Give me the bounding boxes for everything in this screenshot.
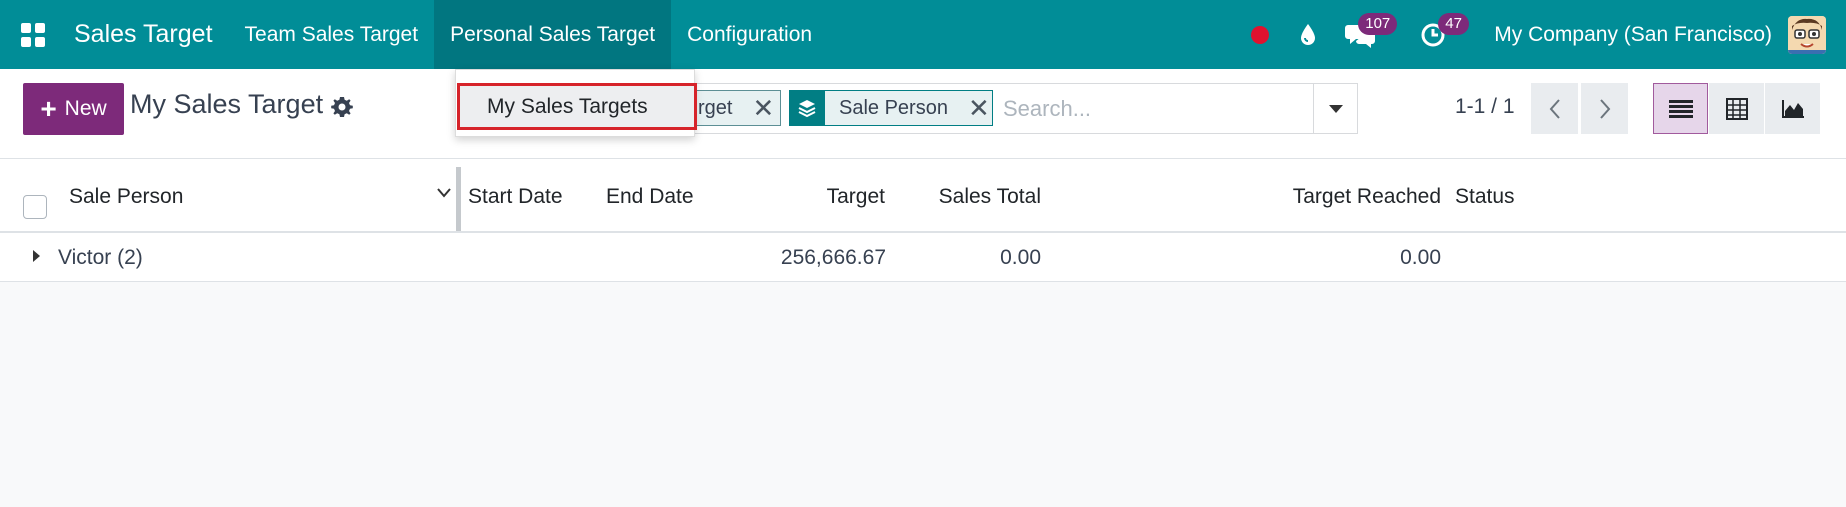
personal-sales-target-dropdown: My Sales Targets — [455, 69, 697, 137]
top-navbar: Sales Target Team Sales Target Personal … — [0, 0, 1846, 69]
user-avatar[interactable] — [1788, 15, 1826, 54]
pager-next-button[interactable] — [1581, 83, 1628, 134]
column-sale-person[interactable]: Sale Person — [69, 185, 183, 209]
group-target: 256,666.67 — [780, 246, 886, 269]
menu-personal-sales-target[interactable]: Personal Sales Target — [434, 0, 672, 69]
plus-icon: + — [40, 93, 57, 124]
caret-down-icon — [1328, 104, 1343, 113]
select-all-checkbox[interactable] — [23, 195, 47, 219]
facet-filter-value: rget — [698, 96, 733, 119]
list-icon — [1668, 99, 1693, 118]
menu-configuration[interactable]: Configuration — [671, 0, 828, 69]
facet-groupby-value: Sale Person — [839, 96, 948, 119]
column-status[interactable]: Status — [1455, 185, 1515, 209]
chevron-down-icon[interactable] — [436, 186, 452, 200]
list-view-button[interactable] — [1653, 83, 1708, 134]
column-target-reached[interactable]: Target Reached — [1220, 185, 1441, 209]
chevron-left-icon — [1549, 98, 1560, 119]
group-target-reached: 0.00 — [1400, 246, 1441, 269]
droplet-icon[interactable] — [1284, 0, 1332, 69]
caret-right-icon[interactable] — [33, 250, 40, 262]
pager-value[interactable]: 1-1 / 1 — [1455, 95, 1515, 119]
search-input[interactable] — [1003, 84, 1313, 133]
pager-previous-button[interactable] — [1531, 83, 1578, 134]
menu-team-sales-target[interactable]: Team Sales Target — [229, 0, 435, 69]
messages-badge: 107 — [1358, 13, 1398, 35]
messages-icon[interactable]: 107 — [1332, 0, 1408, 69]
new-button-label: New — [64, 97, 107, 120]
search-options-toggle[interactable] — [1313, 84, 1357, 133]
activities-badge: 47 — [1438, 13, 1469, 35]
page-title: My Sales Target — [130, 89, 324, 119]
chevron-right-icon — [1599, 98, 1610, 119]
group-row[interactable]: Victor (2) 256,666.67 0.00 0.00 — [0, 233, 1846, 282]
gear-icon[interactable] — [330, 95, 354, 119]
column-target[interactable]: Target — [805, 185, 885, 209]
menu-item-my-sales-targets[interactable]: My Sales Targets — [457, 83, 697, 130]
app-title[interactable]: Sales Target — [66, 0, 229, 69]
layers-icon — [789, 90, 825, 126]
column-end-date[interactable]: End Date — [606, 185, 694, 209]
facet-remove-icon[interactable]: ✕ — [968, 95, 990, 121]
apps-menu-icon[interactable] — [0, 0, 66, 69]
company-switcher[interactable]: My Company (San Francisco) — [1474, 23, 1788, 47]
group-name: Victor (2) — [58, 246, 143, 269]
facet-remove-icon[interactable]: ✕ — [752, 95, 774, 121]
table-icon — [1725, 97, 1748, 120]
search-facet-groupby[interactable]: Sale Person ✕ — [789, 90, 993, 126]
area-chart-icon — [1781, 99, 1804, 118]
column-start-date[interactable]: Start Date — [468, 185, 563, 209]
recording-indicator[interactable] — [1236, 0, 1284, 69]
column-sales-total[interactable]: Sales Total — [900, 185, 1041, 209]
group-sales-total: 0.00 — [1000, 246, 1041, 269]
list-header: Sale Person Start Date End Date Target S… — [0, 159, 1846, 233]
activities-icon[interactable]: 47 — [1408, 0, 1474, 69]
graph-view-button[interactable] — [1765, 83, 1820, 134]
column-resizer[interactable] — [456, 167, 461, 231]
pivot-view-button[interactable] — [1709, 83, 1764, 134]
new-button[interactable]: + New — [23, 83, 124, 135]
control-panel: + New My Sales Target rget ✕ Sale Person… — [0, 69, 1846, 159]
